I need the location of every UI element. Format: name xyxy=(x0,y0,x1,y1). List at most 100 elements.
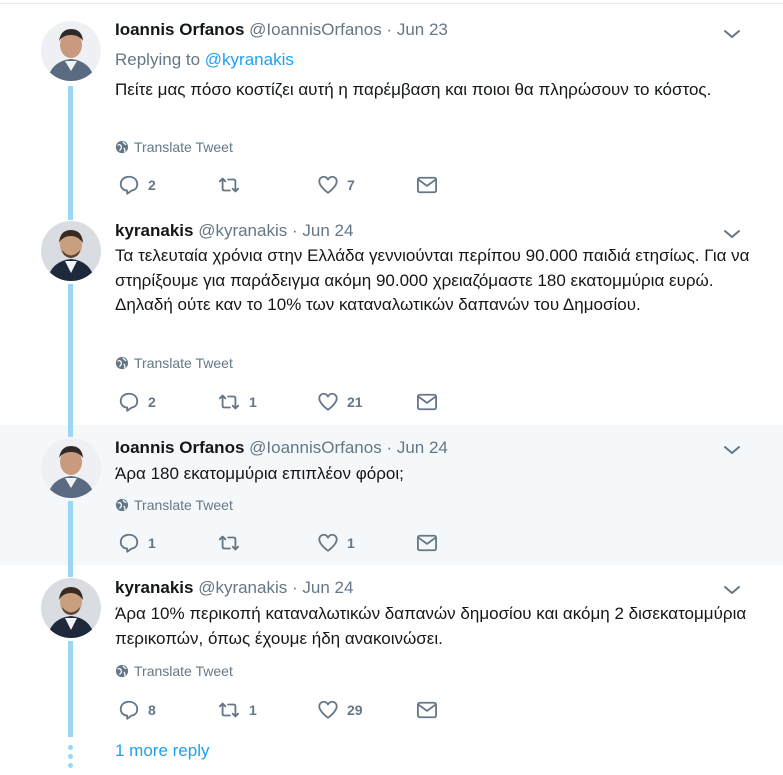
retweet-count: 1 xyxy=(249,702,257,718)
tweet[interactable]: kyranakis @kyranakis · Jun 24 Άρα 10% πε… xyxy=(0,565,783,737)
chevron-down-icon[interactable] xyxy=(722,580,742,600)
author-name[interactable]: Ioannis Orfanos xyxy=(115,20,244,39)
message-icon xyxy=(417,701,437,719)
tweet-header: kyranakis @kyranakis · Jun 24 xyxy=(115,220,353,242)
translate-label: Translate Tweet xyxy=(134,663,233,679)
separator-dot: · xyxy=(291,578,298,597)
tweet-date[interactable]: Jun 24 xyxy=(397,438,448,457)
tweet-date[interactable]: Jun 23 xyxy=(397,20,448,39)
reply-icon xyxy=(119,700,139,720)
tweet-header: Ioannis Orfanos @IoannisOrfanos · Jun 23 xyxy=(115,19,448,41)
message-button[interactable] xyxy=(416,175,438,195)
author-handle[interactable]: @IoannisOrfanos xyxy=(249,20,382,39)
translate-label: Translate Tweet xyxy=(134,355,233,371)
like-count: 29 xyxy=(347,702,363,718)
thread-line xyxy=(68,284,73,425)
like-button[interactable]: 21 xyxy=(317,391,363,413)
like-icon xyxy=(318,392,338,411)
message-icon xyxy=(417,176,437,194)
retweet-button[interactable] xyxy=(217,174,249,196)
thread-dot xyxy=(68,745,73,750)
tweet[interactable]: kyranakis @kyranakis · Jun 24 Τα τελευτα… xyxy=(0,210,783,425)
author-handle[interactable]: @IoannisOrfanos xyxy=(249,438,382,457)
tweet[interactable]: Ioannis Orfanos @IoannisOrfanos · Jun 24… xyxy=(0,425,783,565)
translate-tweet-link[interactable]: Translate Tweet xyxy=(115,138,233,156)
tweet-date[interactable]: Jun 24 xyxy=(302,578,353,597)
separator-dot: · xyxy=(386,20,393,39)
translate-tweet-link[interactable]: Translate Tweet xyxy=(115,662,233,680)
avatar[interactable] xyxy=(41,21,101,81)
translate-tweet-link[interactable]: Translate Tweet xyxy=(115,354,233,372)
replying-prefix: Replying to xyxy=(115,50,201,69)
author-name[interactable]: kyranakis xyxy=(115,221,193,240)
like-button[interactable]: 1 xyxy=(317,532,355,554)
retweet-button[interactable]: 1 xyxy=(217,699,257,721)
more-replies-link[interactable]: 1 more reply xyxy=(115,741,209,761)
like-button[interactable]: 29 xyxy=(317,699,363,721)
thread-continuation-dots xyxy=(68,745,73,772)
translate-label: Translate Tweet xyxy=(134,497,233,513)
avatar[interactable] xyxy=(41,578,101,638)
author-name[interactable]: Ioannis Orfanos xyxy=(115,438,244,457)
retweet-icon xyxy=(218,177,240,193)
reply-count: 1 xyxy=(148,535,156,551)
globe-icon xyxy=(115,356,129,370)
message-button[interactable] xyxy=(416,392,438,412)
retweet-button[interactable] xyxy=(217,532,249,554)
reply-count: 2 xyxy=(148,177,156,193)
reply-count: 2 xyxy=(148,394,156,410)
like-count: 21 xyxy=(347,394,363,410)
like-count: 1 xyxy=(347,535,355,551)
separator-dot: · xyxy=(291,221,298,240)
reply-button[interactable]: 2 xyxy=(118,391,156,413)
author-handle[interactable]: @kyranakis xyxy=(198,221,287,240)
message-button[interactable] xyxy=(416,700,438,720)
retweet-icon xyxy=(218,394,240,410)
globe-icon xyxy=(115,498,129,512)
globe-icon xyxy=(115,140,129,154)
thread-line xyxy=(68,425,73,437)
tweet-text: Πείτε μας πόσο κοστίζει αυτή η παρέμβαση… xyxy=(115,80,712,99)
thread-dot xyxy=(68,754,73,759)
reply-button[interactable]: 1 xyxy=(118,532,156,554)
like-icon xyxy=(318,175,338,194)
retweet-count: 1 xyxy=(249,394,257,410)
chevron-down-icon[interactable] xyxy=(722,224,742,244)
reply-button[interactable]: 8 xyxy=(118,699,156,721)
globe-icon xyxy=(115,664,129,678)
tweet-header: kyranakis @kyranakis · Jun 24 xyxy=(115,577,353,599)
tweet-text: Τα τελευταία χρόνια στην Ελλάδα γεννιούν… xyxy=(115,246,750,314)
reply-icon xyxy=(119,392,139,412)
separator-dot: · xyxy=(386,438,393,457)
like-icon xyxy=(318,533,338,552)
thread-line xyxy=(68,86,73,210)
avatar[interactable] xyxy=(41,221,101,281)
message-icon xyxy=(417,534,437,552)
retweet-icon xyxy=(218,702,240,718)
message-button[interactable] xyxy=(416,533,438,553)
tweet-header: Ioannis Orfanos @IoannisOrfanos · Jun 24 xyxy=(115,437,448,459)
like-icon xyxy=(318,700,338,719)
author-handle[interactable]: @kyranakis xyxy=(198,578,287,597)
tweet-date[interactable]: Jun 24 xyxy=(302,221,353,240)
replying-to: Replying to @kyranakis xyxy=(115,49,294,71)
chevron-down-icon[interactable] xyxy=(722,24,742,44)
avatar[interactable] xyxy=(41,438,101,498)
replying-to-link[interactable]: @kyranakis xyxy=(205,50,294,69)
tweet-text: Άρα 180 εκατομμύρια επιπλέον φόροι; xyxy=(115,464,404,483)
thread-line xyxy=(68,565,73,577)
retweet-icon xyxy=(218,535,240,551)
like-button[interactable]: 7 xyxy=(317,174,355,196)
thread-line xyxy=(68,641,73,737)
reply-icon xyxy=(119,175,139,195)
translate-label: Translate Tweet xyxy=(134,139,233,155)
chevron-down-icon[interactable] xyxy=(722,440,742,460)
reply-button[interactable]: 2 xyxy=(118,174,156,196)
tweet[interactable]: Ioannis Orfanos @IoannisOrfanos · Jun 23… xyxy=(0,4,783,210)
retweet-button[interactable]: 1 xyxy=(217,391,257,413)
translate-tweet-link[interactable]: Translate Tweet xyxy=(115,496,233,514)
author-name[interactable]: kyranakis xyxy=(115,578,193,597)
thread-line xyxy=(68,501,73,565)
reply-icon xyxy=(119,533,139,553)
thread-dot xyxy=(68,763,73,768)
